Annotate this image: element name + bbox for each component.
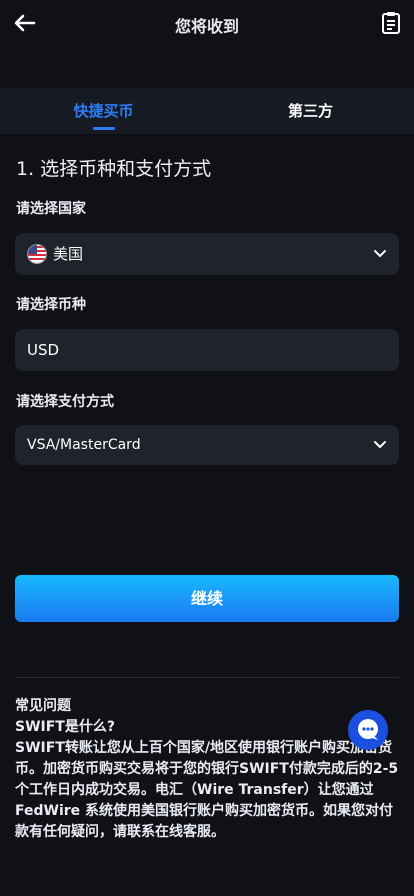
top-bar: 您将收到: [0, 0, 414, 46]
payment-method-select[interactable]: VSA/MasterCard: [15, 425, 399, 465]
country-select[interactable]: 美国: [15, 233, 399, 275]
faq-answer: SWIFT转账让您从上百个国家/地区使用银行账户购买加密货币。加密货币购买交易将…: [15, 740, 399, 840]
faq-question: SWIFT是什么?: [15, 719, 115, 735]
currency-label: 请选择币种: [16, 297, 86, 313]
page-title: 您将收到: [174, 17, 239, 36]
chevron-down-icon: [374, 250, 386, 257]
tab-bar: 快捷买币 第三方: [0, 88, 414, 134]
faq-section: 常见问题 SWIFT是什么? SWIFT转账让您从上百个国家/地区使用银行账户购…: [15, 696, 399, 843]
currency-field[interactable]: USD: [15, 329, 399, 371]
chevron-down-icon: [374, 441, 386, 448]
country-value: 美国: [53, 245, 84, 263]
order-history-icon[interactable]: [380, 11, 402, 35]
us-flag-icon: [27, 244, 47, 264]
currency-value: USD: [27, 341, 60, 359]
section-title: 1. 选择币种和支付方式: [16, 158, 212, 180]
tab-third-party[interactable]: 第三方: [207, 88, 414, 134]
continue-button[interactable]: 继续: [15, 575, 399, 622]
faq-heading: 常见问题: [15, 698, 71, 714]
support-chat-icon[interactable]: [348, 710, 388, 750]
country-label: 请选择国家: [16, 201, 86, 217]
payment-value: VSA/MasterCard: [27, 437, 141, 453]
active-tab-indicator: [93, 127, 115, 130]
payment-label: 请选择支付方式: [16, 394, 114, 410]
divider: [15, 677, 399, 678]
